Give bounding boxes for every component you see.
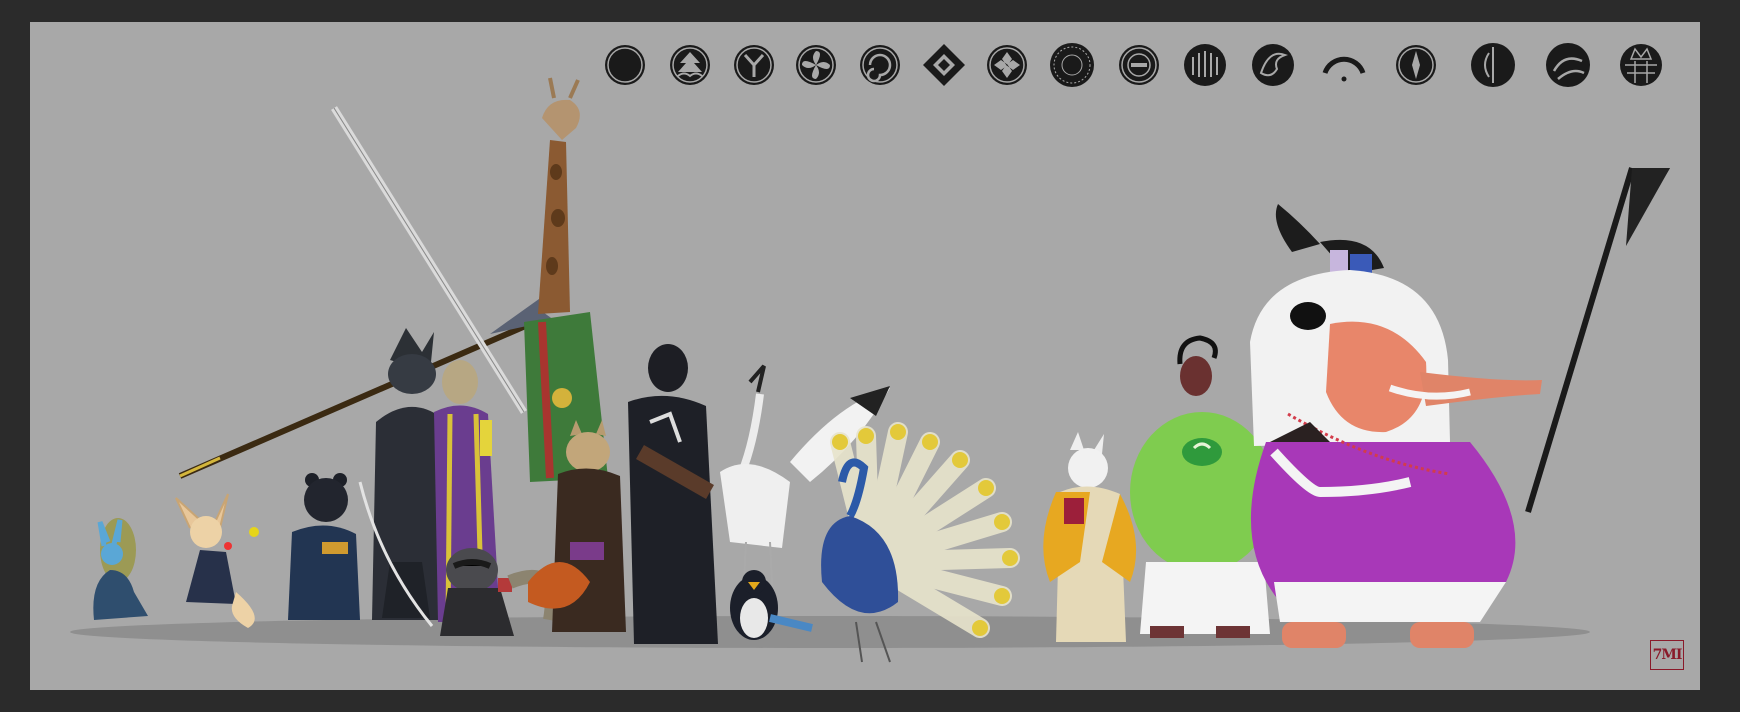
bear-samurai	[288, 473, 360, 620]
fennec-fox-samurai	[175, 493, 259, 628]
rabbit-samurai	[93, 518, 148, 620]
giraffe-samurai	[524, 77, 608, 482]
panther-ronin	[628, 344, 718, 644]
magpie-rider	[1275, 204, 1384, 280]
white-wolf-samurai	[1043, 432, 1137, 642]
wolf-spearman	[178, 284, 560, 627]
artist-signature: 7MI	[1650, 640, 1684, 670]
character-lineup	[70, 77, 1670, 663]
artwork-canvas: 7MI	[30, 22, 1700, 690]
